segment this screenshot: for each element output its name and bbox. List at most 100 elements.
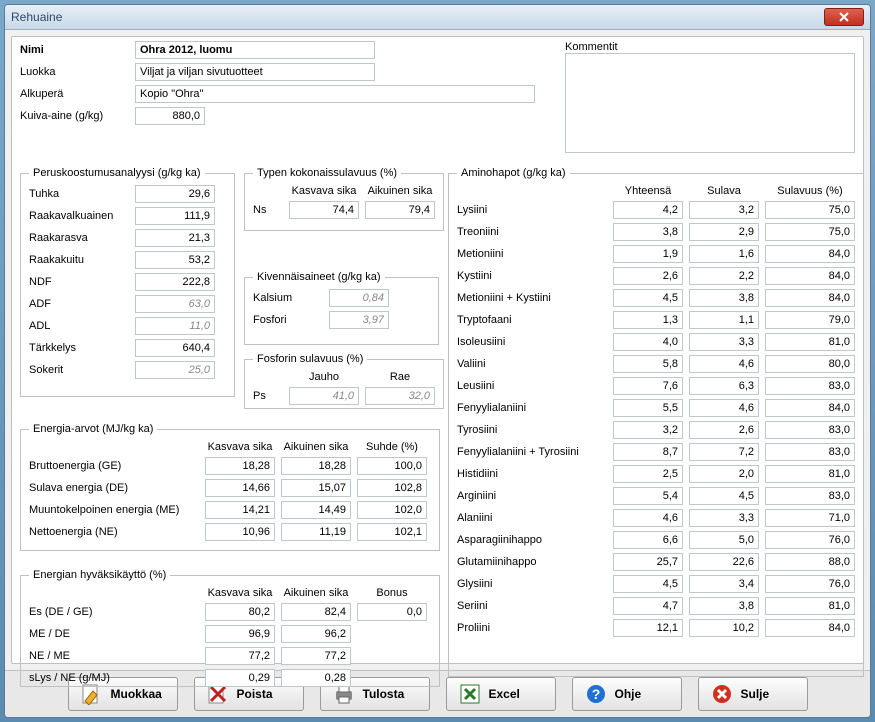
energ-v3[interactable]	[357, 479, 427, 497]
amino-total[interactable]	[613, 311, 683, 329]
energ-v3[interactable]	[357, 457, 427, 475]
amino-digestible[interactable]	[689, 201, 759, 219]
amino-total[interactable]	[613, 289, 683, 307]
energ-v3[interactable]	[357, 501, 427, 519]
perus-value-input[interactable]	[135, 295, 215, 313]
amino-digestible[interactable]	[689, 465, 759, 483]
energ-v2[interactable]	[281, 479, 351, 497]
amino-digestible[interactable]	[689, 399, 759, 417]
amino-digestible[interactable]	[689, 377, 759, 395]
luokka-input[interactable]	[135, 63, 375, 81]
fosfo-v2[interactable]	[365, 387, 435, 405]
perus-value-input[interactable]	[135, 361, 215, 379]
amino-digestible[interactable]	[689, 597, 759, 615]
amino-digestible[interactable]	[689, 509, 759, 527]
titlebar[interactable]: Rehuaine	[5, 5, 870, 30]
amino-digestible[interactable]	[689, 487, 759, 505]
amino-total[interactable]	[613, 465, 683, 483]
amino-total[interactable]	[613, 267, 683, 285]
amino-total[interactable]	[613, 399, 683, 417]
amino-digestible[interactable]	[689, 619, 759, 637]
amino-digestible[interactable]	[689, 223, 759, 241]
amino-digestible[interactable]	[689, 267, 759, 285]
nimi-input[interactable]	[135, 41, 375, 59]
amino-total[interactable]	[613, 443, 683, 461]
amino-total[interactable]	[613, 201, 683, 219]
amino-digestible[interactable]	[689, 575, 759, 593]
amino-total[interactable]	[613, 597, 683, 615]
amino-digestibility[interactable]	[765, 399, 855, 417]
amino-digestibility[interactable]	[765, 201, 855, 219]
amino-digestible[interactable]	[689, 355, 759, 373]
amino-digestibility[interactable]	[765, 465, 855, 483]
amino-digestibility[interactable]	[765, 377, 855, 395]
amino-digestibility[interactable]	[765, 245, 855, 263]
perus-value-input[interactable]	[135, 339, 215, 357]
energ-v2[interactable]	[281, 457, 351, 475]
amino-total[interactable]	[613, 553, 683, 571]
amino-digestibility[interactable]	[765, 487, 855, 505]
perus-value-input[interactable]	[135, 273, 215, 291]
amino-digestible[interactable]	[689, 421, 759, 439]
perus-value-input[interactable]	[135, 317, 215, 335]
amino-digestibility[interactable]	[765, 619, 855, 637]
amino-total[interactable]	[613, 619, 683, 637]
amino-total[interactable]	[613, 531, 683, 549]
amino-digestible[interactable]	[689, 245, 759, 263]
hyvak-v2[interactable]	[281, 603, 351, 621]
perus-value-input[interactable]	[135, 185, 215, 203]
typen-v1[interactable]	[289, 201, 359, 219]
amino-digestibility[interactable]	[765, 421, 855, 439]
hyvak-v2[interactable]	[281, 669, 351, 687]
amino-digestibility[interactable]	[765, 289, 855, 307]
kiven-value-input[interactable]	[329, 289, 389, 307]
hyvak-v1[interactable]	[205, 669, 275, 687]
kiven-value-input[interactable]	[329, 311, 389, 329]
energ-v1[interactable]	[205, 479, 275, 497]
perus-value-input[interactable]	[135, 229, 215, 247]
energ-v2[interactable]	[281, 501, 351, 519]
amino-digestibility[interactable]	[765, 223, 855, 241]
amino-total[interactable]	[613, 487, 683, 505]
amino-total[interactable]	[613, 355, 683, 373]
amino-digestibility[interactable]	[765, 531, 855, 549]
fosfo-v1[interactable]	[289, 387, 359, 405]
amino-digestibility[interactable]	[765, 553, 855, 571]
amino-digestibility[interactable]	[765, 509, 855, 527]
energ-v1[interactable]	[205, 457, 275, 475]
amino-total[interactable]	[613, 333, 683, 351]
amino-total[interactable]	[613, 223, 683, 241]
amino-digestibility[interactable]	[765, 333, 855, 351]
amino-total[interactable]	[613, 421, 683, 439]
hyvak-v3[interactable]	[357, 603, 427, 621]
energ-v3[interactable]	[357, 523, 427, 541]
perus-value-input[interactable]	[135, 251, 215, 269]
amino-digestible[interactable]	[689, 333, 759, 351]
amino-digestibility[interactable]	[765, 597, 855, 615]
sulje-button[interactable]: Sulje	[698, 677, 808, 711]
amino-digestible[interactable]	[689, 311, 759, 329]
energ-v2[interactable]	[281, 523, 351, 541]
alkupera-input[interactable]	[135, 85, 535, 103]
amino-digestibility[interactable]	[765, 355, 855, 373]
typen-v2[interactable]	[365, 201, 435, 219]
amino-digestibility[interactable]	[765, 575, 855, 593]
amino-total[interactable]	[613, 509, 683, 527]
energ-v1[interactable]	[205, 523, 275, 541]
kommentit-textarea[interactable]	[565, 53, 855, 153]
ohje-button[interactable]: ? Ohje	[572, 677, 682, 711]
amino-digestibility[interactable]	[765, 443, 855, 461]
amino-total[interactable]	[613, 377, 683, 395]
perus-value-input[interactable]	[135, 207, 215, 225]
close-button[interactable]	[824, 8, 864, 26]
amino-digestibility[interactable]	[765, 267, 855, 285]
energ-v1[interactable]	[205, 501, 275, 519]
hyvak-v2[interactable]	[281, 625, 351, 643]
amino-digestible[interactable]	[689, 289, 759, 307]
amino-total[interactable]	[613, 575, 683, 593]
amino-digestibility[interactable]	[765, 311, 855, 329]
excel-button[interactable]: Excel	[446, 677, 556, 711]
amino-digestible[interactable]	[689, 443, 759, 461]
hyvak-v1[interactable]	[205, 603, 275, 621]
kuiva-input[interactable]	[135, 107, 205, 125]
